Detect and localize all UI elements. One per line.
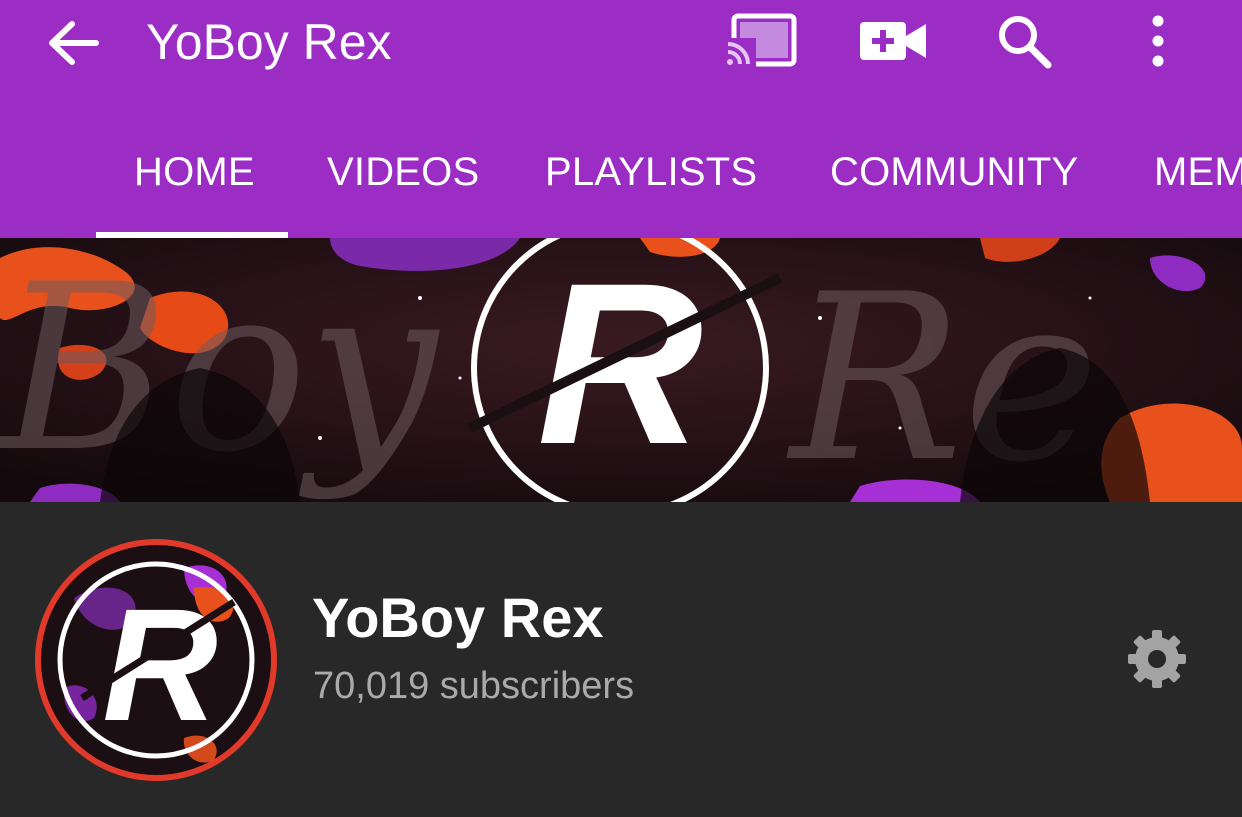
gear-icon <box>1128 630 1186 688</box>
svg-text:R: R <box>537 238 703 492</box>
search-button[interactable] <box>994 10 1056 72</box>
channel-name: YoBoy Rex <box>312 586 604 649</box>
cast-button[interactable] <box>724 10 800 72</box>
channel-header: R YoBoy Rex 70,019 subscribers <box>0 502 1242 817</box>
video-add-icon <box>860 22 926 60</box>
subscriber-count: 70,019 subscribers <box>313 665 635 707</box>
tab-playlists[interactable]: PLAYLISTS <box>545 128 757 238</box>
channel-settings-button[interactable] <box>1124 626 1190 692</box>
tab-videos[interactable]: VIDEOS <box>327 128 479 238</box>
banner-art: Boy Re R <box>0 238 1242 502</box>
app-bar: YoBoy Rex HOME VIDEOS PLAYLISTS COMMUNIT… <box>0 0 1242 238</box>
channel-tabs: HOME VIDEOS PLAYLISTS COMMUNITY MEM <box>0 128 1242 238</box>
channel-avatar[interactable]: R <box>34 538 278 782</box>
tab-home[interactable]: HOME <box>134 128 255 238</box>
more-options-button[interactable] <box>1136 10 1180 72</box>
arrow-back-icon <box>49 21 99 65</box>
tab-membership[interactable]: MEM <box>1154 128 1242 238</box>
tab-community[interactable]: COMMUNITY <box>830 128 1078 238</box>
toolbar: YoBoy Rex <box>0 0 1242 86</box>
cast-icon <box>726 13 797 68</box>
channel-avatar-image: R <box>35 539 277 781</box>
channel-banner: Boy Re R <box>0 238 1242 502</box>
svg-text:R: R <box>102 575 218 754</box>
create-video-button[interactable] <box>856 10 930 72</box>
search-icon <box>999 16 1052 69</box>
app-title: YoBoy Rex <box>146 14 392 70</box>
back-button[interactable] <box>40 12 106 74</box>
more-vert-icon <box>1152 15 1164 67</box>
